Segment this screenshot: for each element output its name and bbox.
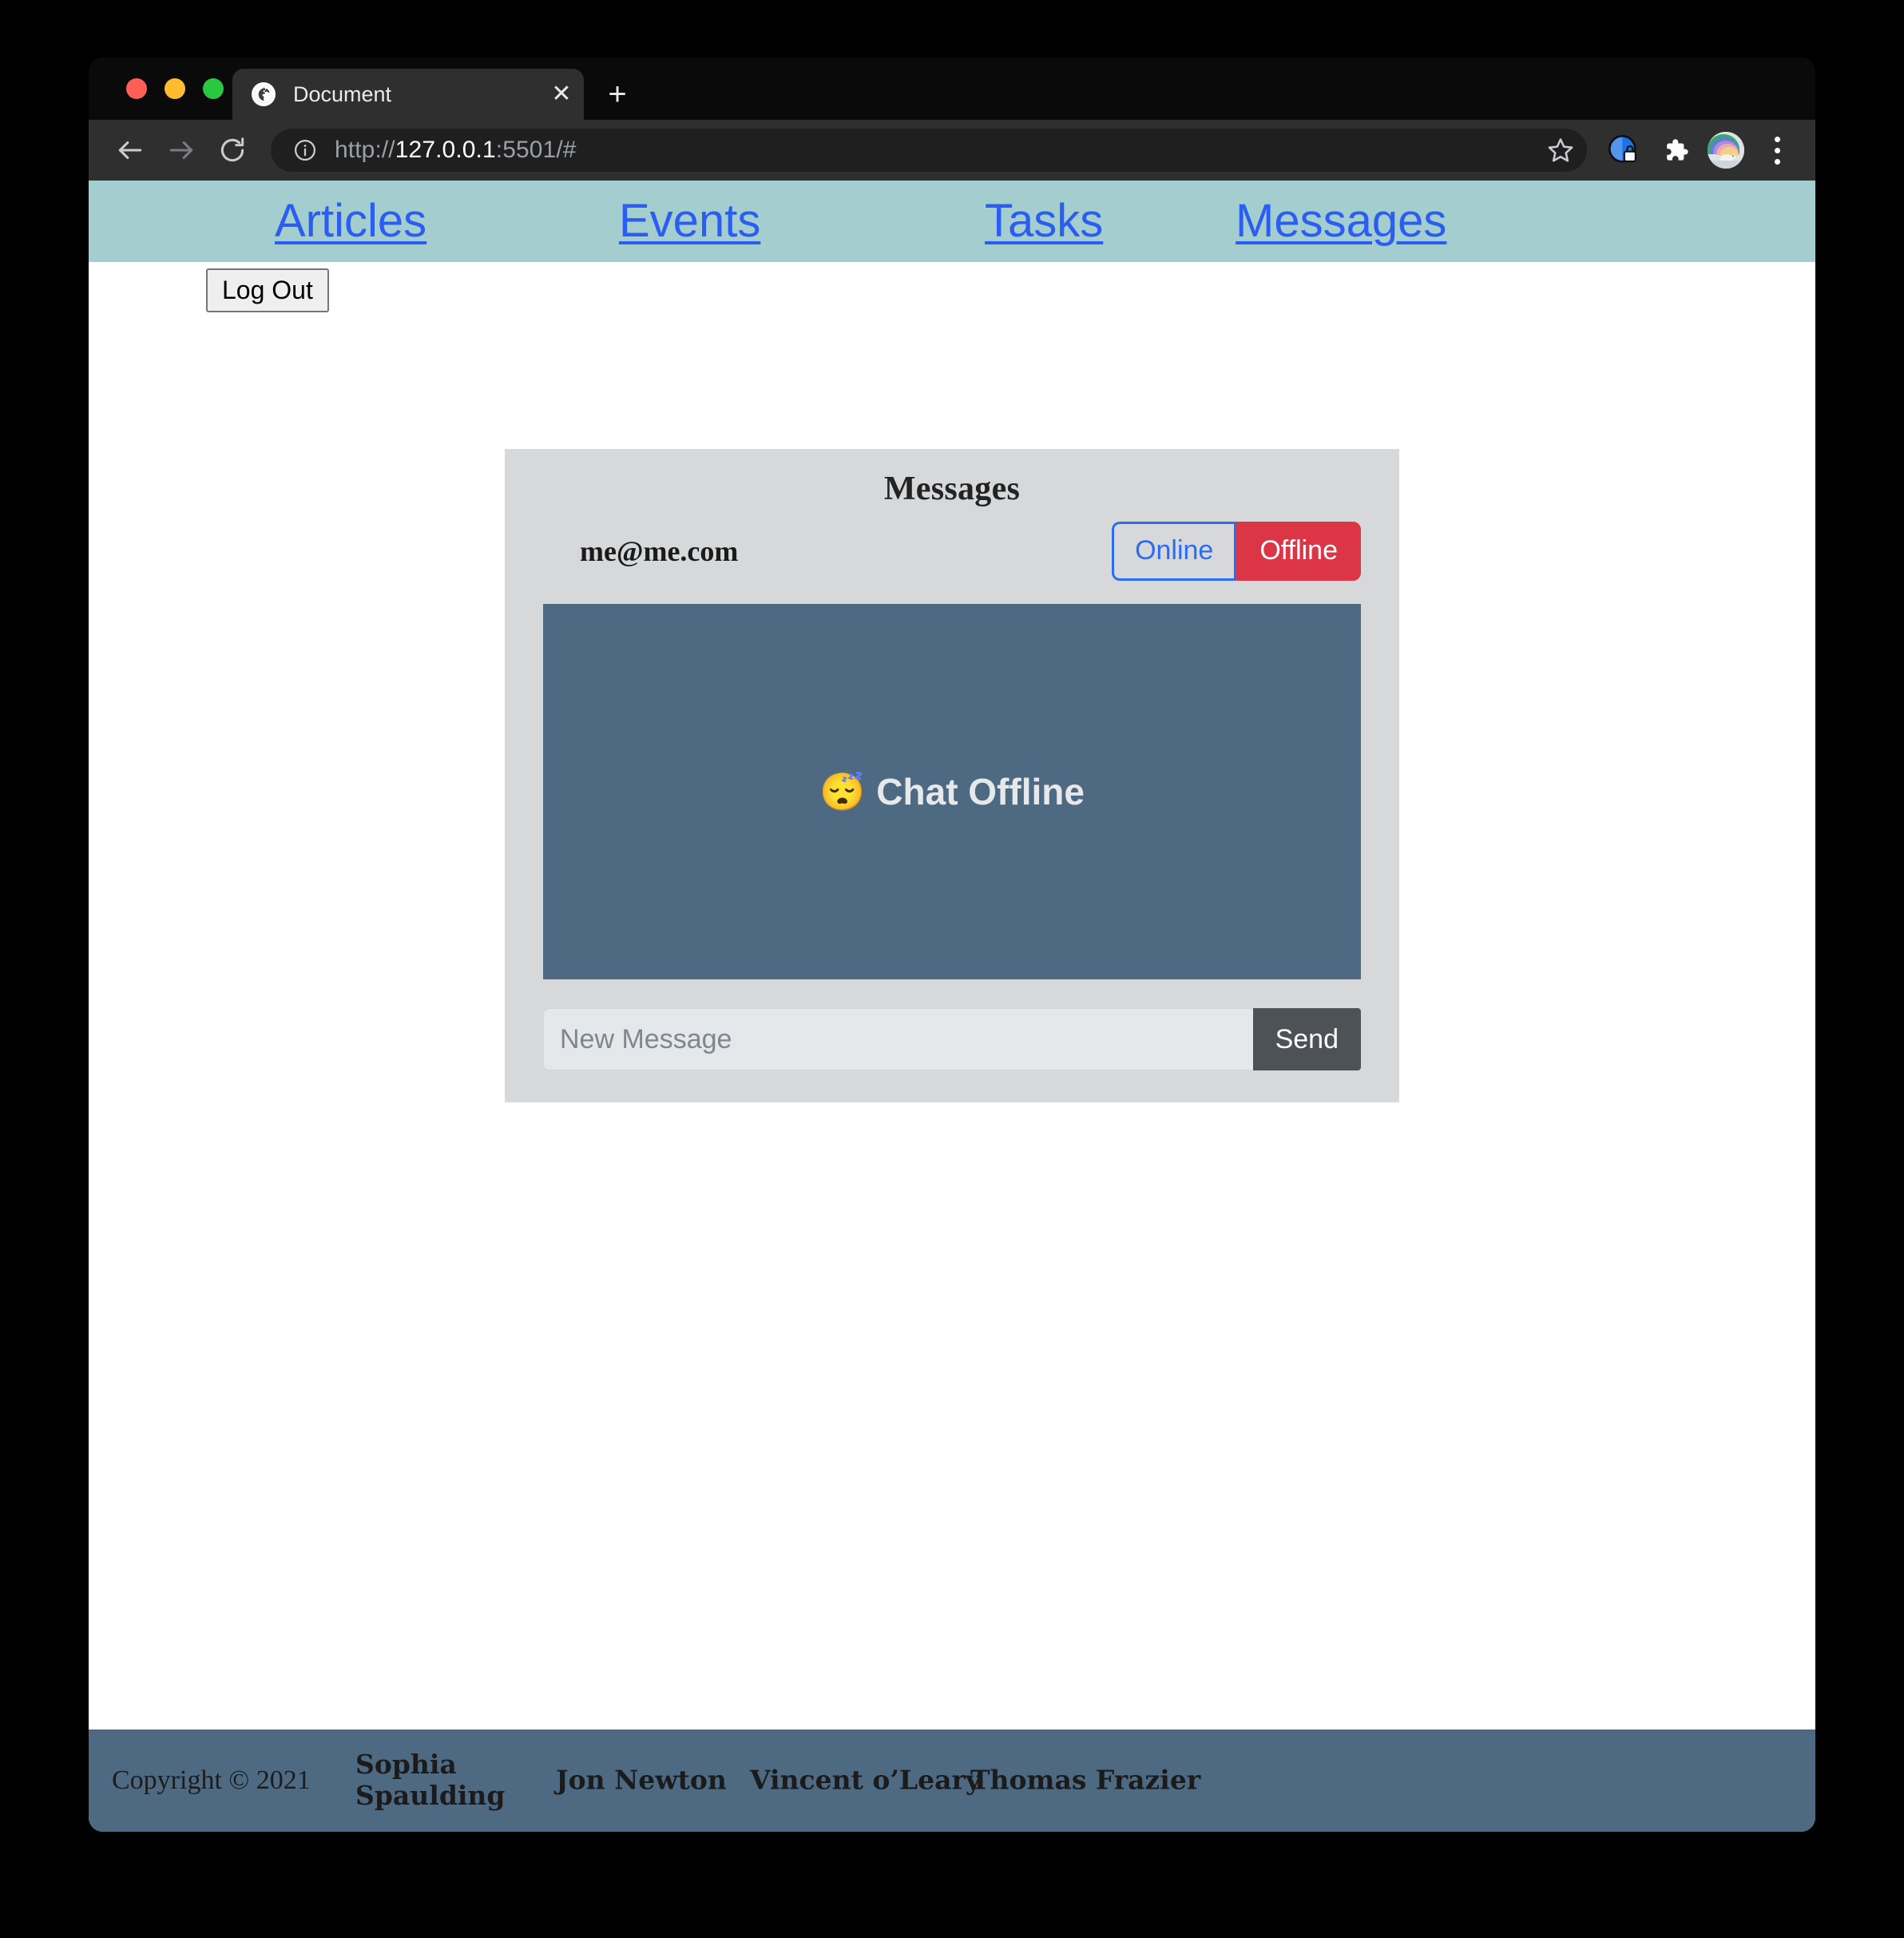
globe-icon	[252, 82, 276, 106]
online-button[interactable]: Online	[1112, 522, 1237, 581]
info-circle-icon[interactable]	[292, 137, 319, 164]
new-tab-button[interactable]: +	[600, 78, 635, 110]
browser-tab[interactable]: Document ✕	[232, 69, 584, 120]
footer-name[interactable]: Vincent o’Leary	[750, 1765, 981, 1797]
logout-container: Log Out	[206, 268, 329, 313]
close-traffic-light[interactable]	[126, 78, 147, 99]
new-message-input[interactable]	[543, 1008, 1253, 1070]
three-dot-menu-icon[interactable]	[1753, 126, 1801, 174]
kebab-dots	[1774, 136, 1780, 165]
compose-row: Send	[543, 1008, 1361, 1070]
tab-strip: Document ✕ +	[89, 58, 1815, 120]
site-navigation: Articles Events Tasks Messages	[89, 181, 1815, 262]
window-controls	[126, 78, 224, 99]
address-bar[interactable]: http://127.0.0.1:5501/#	[271, 129, 1587, 172]
url-scheme: http://	[335, 137, 395, 163]
minimize-traffic-light[interactable]	[165, 78, 185, 99]
site-footer: Copyright © 2021 Sophia Spaulding Jon Ne…	[89, 1730, 1815, 1832]
nav-link-events[interactable]: Events	[619, 181, 760, 262]
card-header-row: me@me.com Online Offline	[543, 519, 1361, 583]
nav-link-tasks[interactable]: Tasks	[985, 181, 1103, 262]
footer-name[interactable]: Jon Newton	[556, 1765, 727, 1797]
url-host: 127.0.0.1	[395, 137, 496, 163]
arrow-left-icon[interactable]	[105, 125, 156, 176]
chat-status: 😴 Chat Offline	[819, 770, 1085, 813]
arrow-right-icon[interactable]	[156, 125, 207, 176]
browser-window: Document ✕ + http://127.0.0.1:5501/# Art…	[89, 58, 1815, 1832]
nav-link-articles[interactable]: Articles	[275, 181, 426, 262]
footer-name[interactable]: Sophia Spaulding	[355, 1749, 506, 1812]
user-email-label: me@me.com	[580, 535, 739, 567]
offline-button[interactable]: Offline	[1236, 522, 1361, 581]
browser-toolbar: http://127.0.0.1:5501/#	[89, 120, 1815, 181]
privacy-badge-icon[interactable]	[1600, 126, 1648, 174]
copyright-text: Copyright © 2021	[112, 1765, 311, 1795]
puzzle-piece-icon[interactable]	[1651, 126, 1699, 174]
logout-button[interactable]: Log Out	[206, 268, 329, 313]
chat-window: 😴 Chat Offline	[543, 604, 1361, 979]
tab-title: Document	[293, 81, 392, 106]
status-toggle-group: Online Offline	[1112, 522, 1361, 581]
footer-name[interactable]: Thomas Frazier	[970, 1765, 1200, 1797]
nav-link-messages[interactable]: Messages	[1236, 181, 1446, 262]
maximize-traffic-light[interactable]	[203, 78, 224, 99]
close-icon[interactable]: ✕	[544, 82, 579, 106]
reload-icon[interactable]	[207, 125, 258, 176]
page-viewport: Articles Events Tasks Messages Log Out M…	[89, 181, 1815, 1832]
avatar	[1708, 132, 1744, 169]
sleeping-face-icon: 😴	[819, 771, 866, 812]
profile-avatar-icon[interactable]	[1702, 126, 1750, 174]
page-title: Messages	[883, 471, 1021, 507]
chat-status-text: Chat Offline	[876, 771, 1085, 812]
send-button[interactable]: Send	[1252, 1008, 1361, 1070]
toolbar-icon-group	[1600, 126, 1801, 174]
messages-card: Messages me@me.com Online Offline 😴 Chat…	[505, 449, 1399, 1102]
star-icon[interactable]	[1542, 132, 1579, 169]
url-rest: :5501/#	[495, 137, 577, 163]
address-bar-url: http://127.0.0.1:5501/#	[335, 137, 577, 164]
